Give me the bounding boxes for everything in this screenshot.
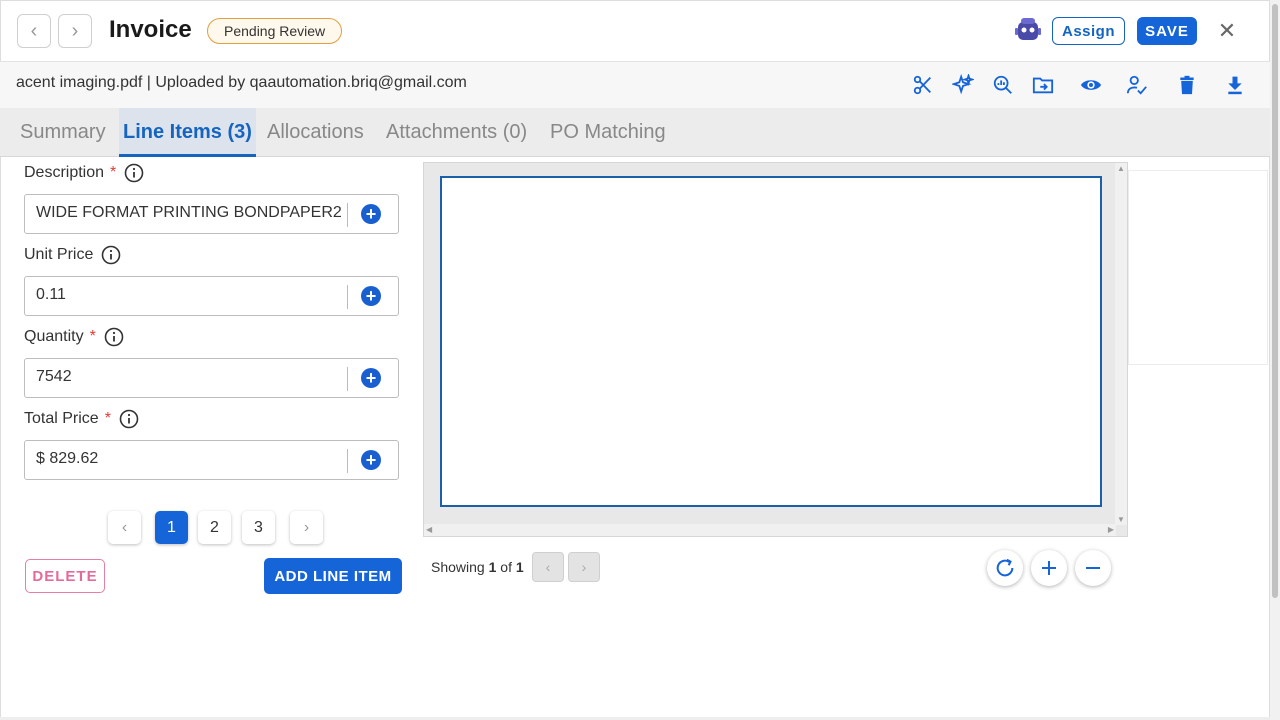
add-circle-icon[interactable]: +	[361, 286, 381, 306]
scroll-up-icon[interactable]: ▲	[1117, 164, 1125, 173]
required-marker: *	[104, 410, 111, 427]
delete-button[interactable]: DELETE	[25, 559, 105, 593]
plus-icon	[1042, 561, 1056, 575]
chevron-right-icon: ›	[303, 518, 310, 536]
minus-icon	[1086, 567, 1100, 569]
chevron-left-icon: ‹	[30, 19, 38, 42]
viewer-vertical-scrollbar[interactable]: ▲ ▼	[1115, 163, 1127, 525]
save-button[interactable]: SAVE	[1137, 17, 1197, 45]
move-folder-icon[interactable]	[1030, 72, 1056, 98]
chevron-left-icon: ‹	[545, 559, 551, 575]
unit-price-label-row: Unit Price	[24, 245, 121, 265]
document-page	[440, 176, 1102, 507]
viewer-prev-button[interactable]: ‹	[532, 552, 564, 582]
download-icon[interactable]	[1222, 72, 1248, 98]
current-page: 1	[488, 559, 497, 575]
chevron-left-icon: ‹	[121, 518, 128, 536]
total-price-input[interactable]	[36, 450, 346, 468]
info-icon[interactable]	[124, 163, 144, 183]
header-bar: ‹ › Invoice Pending Review Assign SAVE ✕	[0, 0, 1270, 62]
tab-attachments[interactable]: Attachments (0)	[386, 108, 527, 157]
scroll-right-icon[interactable]: ▶	[1108, 525, 1114, 534]
field-divider	[347, 449, 348, 473]
refresh-icon	[996, 558, 1014, 577]
total-pages: 1	[515, 559, 524, 575]
page-button-2[interactable]: 2	[198, 511, 231, 544]
chevron-right-icon: ›	[71, 19, 79, 42]
viewer-next-button[interactable]: ›	[568, 552, 600, 582]
unit-price-input[interactable]	[36, 286, 346, 304]
invoice-app: ‹ › Invoice Pending Review Assign SAVE ✕…	[0, 0, 1280, 720]
zoom-analytics-icon[interactable]	[990, 72, 1016, 98]
prev-page-button[interactable]: ‹	[108, 511, 141, 544]
required-marker: *	[110, 164, 117, 181]
tab-po-matching[interactable]: PO Matching	[550, 108, 666, 157]
assign-button[interactable]: Assign	[1052, 17, 1125, 45]
required-marker: *	[89, 328, 96, 345]
quantity-input[interactable]	[36, 368, 346, 386]
scroll-left-icon[interactable]: ◀	[426, 525, 432, 534]
scrollbar-thumb[interactable]	[1272, 4, 1278, 598]
status-badge: Pending Review	[207, 18, 343, 44]
bot-icon[interactable]	[1014, 16, 1042, 44]
eye-icon[interactable]	[1078, 72, 1104, 98]
scissors-icon[interactable]	[910, 72, 936, 98]
close-icon[interactable]: ✕	[1214, 18, 1240, 44]
zoom-out-button[interactable]	[1075, 550, 1111, 586]
field-divider	[347, 285, 348, 309]
field-divider	[347, 203, 348, 227]
total-price-field: +	[24, 440, 399, 480]
back-button[interactable]: ‹	[17, 14, 51, 48]
tab-line-items[interactable]: Line Items (3)	[119, 108, 256, 157]
add-circle-icon[interactable]: +	[361, 204, 381, 224]
viewer-horizontal-scrollbar[interactable]: ◀ ▶	[424, 524, 1116, 536]
description-field: +	[24, 194, 399, 234]
page-button-1[interactable]: 1	[155, 511, 188, 544]
chevron-right-icon: ›	[581, 559, 587, 575]
forward-button[interactable]: ›	[58, 14, 92, 48]
document-viewer[interactable]: ▲ ▼ ◀ ▶	[423, 162, 1128, 537]
unit-price-label: Unit Price	[24, 246, 94, 263]
total-price-label: Total Price	[24, 410, 99, 427]
rotate-button[interactable]	[987, 550, 1023, 586]
unit-price-field: +	[24, 276, 399, 316]
side-panel	[1128, 170, 1268, 365]
page-scrollbar[interactable]	[1270, 0, 1280, 720]
page-title: Invoice	[109, 16, 192, 43]
info-icon[interactable]	[119, 409, 139, 429]
add-circle-icon[interactable]: +	[361, 450, 381, 470]
field-divider	[347, 367, 348, 391]
add-line-item-button[interactable]: ADD LINE ITEM	[264, 558, 402, 594]
file-info: acent imaging.pdf | Uploaded by qaautoma…	[16, 74, 467, 91]
next-page-button[interactable]: ›	[290, 511, 323, 544]
info-icon[interactable]	[104, 327, 124, 347]
quantity-label: Quantity	[24, 328, 84, 345]
description-label-row: Description *	[24, 163, 144, 183]
user-check-icon[interactable]	[1124, 72, 1150, 98]
description-input[interactable]	[36, 204, 346, 222]
of-label: of	[500, 559, 512, 575]
tab-bar: Summary Line Items (3) Allocations Attac…	[0, 108, 1270, 157]
page-button-3[interactable]: 3	[242, 511, 275, 544]
zoom-in-button[interactable]	[1031, 550, 1067, 586]
showing-prefix: Showing	[431, 559, 485, 575]
tab-allocations[interactable]: Allocations	[267, 108, 364, 157]
quantity-field: +	[24, 358, 399, 398]
add-circle-icon[interactable]: +	[361, 368, 381, 388]
file-toolbar: acent imaging.pdf | Uploaded by qaautoma…	[0, 62, 1270, 108]
sparkle-icon[interactable]	[950, 72, 976, 98]
tab-summary[interactable]: Summary	[20, 108, 106, 157]
info-icon[interactable]	[101, 245, 121, 265]
total-price-label-row: Total Price *	[24, 409, 139, 429]
page-indicator: Showing 1 of 1	[431, 559, 524, 575]
trash-icon[interactable]	[1174, 72, 1200, 98]
scroll-down-icon[interactable]: ▼	[1117, 515, 1125, 524]
quantity-label-row: Quantity *	[24, 327, 124, 347]
description-label: Description	[24, 164, 105, 181]
